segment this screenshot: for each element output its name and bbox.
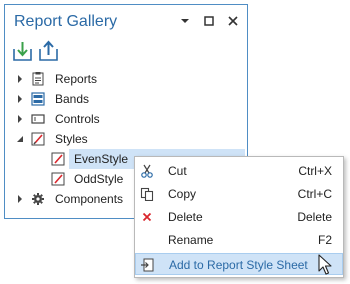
menu-item-rename[interactable]: Rename F2 [135, 229, 343, 251]
close-button[interactable] [223, 11, 243, 31]
styles-icon [31, 132, 45, 146]
panel-title: Report Gallery [14, 13, 118, 30]
delete-icon [142, 212, 152, 222]
menu-item-delete[interactable]: Delete Delete [135, 206, 343, 228]
tree-item-label: EvenStyle [74, 152, 129, 166]
style-icon [51, 152, 65, 166]
menu-item-copy[interactable]: Copy Ctrl+C [135, 183, 343, 205]
menu-item-label: Copy [168, 187, 197, 201]
menu-item-label: Rename [168, 233, 214, 247]
menu-item-label: Delete [168, 210, 203, 224]
gear-icon [32, 193, 44, 205]
menu-item-shortcut: Delete [297, 210, 332, 224]
context-menu: Cut Ctrl+X Copy Ctrl+C Delete Delete Ren… [134, 156, 344, 278]
tree-item-label: Reports [55, 72, 98, 86]
controls-icon [31, 114, 45, 124]
import-icon [13, 42, 32, 61]
panel-menu-button[interactable] [175, 11, 195, 31]
report-icon [32, 72, 44, 86]
export-icon [39, 40, 58, 61]
maximize-button[interactable] [199, 11, 219, 31]
copy-icon [140, 187, 154, 201]
cut-icon [141, 164, 153, 178]
expand-arrow-icon[interactable] [15, 114, 25, 124]
menu-item-label: Add to Report Style Sheet [169, 258, 308, 272]
tree-item-styles[interactable]: Styles [5, 129, 245, 149]
add-to-stylesheet-icon [141, 258, 154, 272]
collapse-arrow-icon[interactable] [15, 134, 25, 144]
mouse-pointer-icon [318, 254, 332, 275]
tree-item-label: OddStyle [74, 172, 124, 186]
tree-item-label: Bands [55, 92, 90, 106]
tree-item-controls[interactable]: Controls [5, 109, 245, 129]
style-icon [51, 172, 65, 186]
chevron-down-icon [181, 19, 189, 23]
tree-item-label: Components [55, 192, 124, 206]
maximize-icon [204, 16, 214, 26]
menu-item-label: Cut [168, 164, 187, 178]
tree-item-bands[interactable]: Bands [5, 89, 245, 109]
menu-item-shortcut: Ctrl+X [298, 164, 332, 178]
menu-item-cut[interactable]: Cut Ctrl+X [135, 160, 343, 182]
menu-item-add-to-report-style-sheet[interactable]: Add to Report Style Sheet [135, 253, 343, 275]
close-icon [228, 16, 238, 26]
import-button[interactable] [11, 39, 35, 63]
menu-item-shortcut: F2 [317, 233, 332, 247]
expand-arrow-icon[interactable] [15, 94, 25, 104]
menu-item-shortcut: Ctrl+C [297, 187, 332, 201]
export-button[interactable] [37, 39, 61, 63]
tree-item-label: Styles [55, 132, 88, 146]
tree-item-reports[interactable]: Reports [5, 69, 245, 89]
expand-arrow-icon[interactable] [15, 74, 25, 84]
tree-item-label: Controls [55, 112, 100, 126]
bands-icon [31, 92, 45, 106]
expand-arrow-icon[interactable] [15, 194, 25, 204]
